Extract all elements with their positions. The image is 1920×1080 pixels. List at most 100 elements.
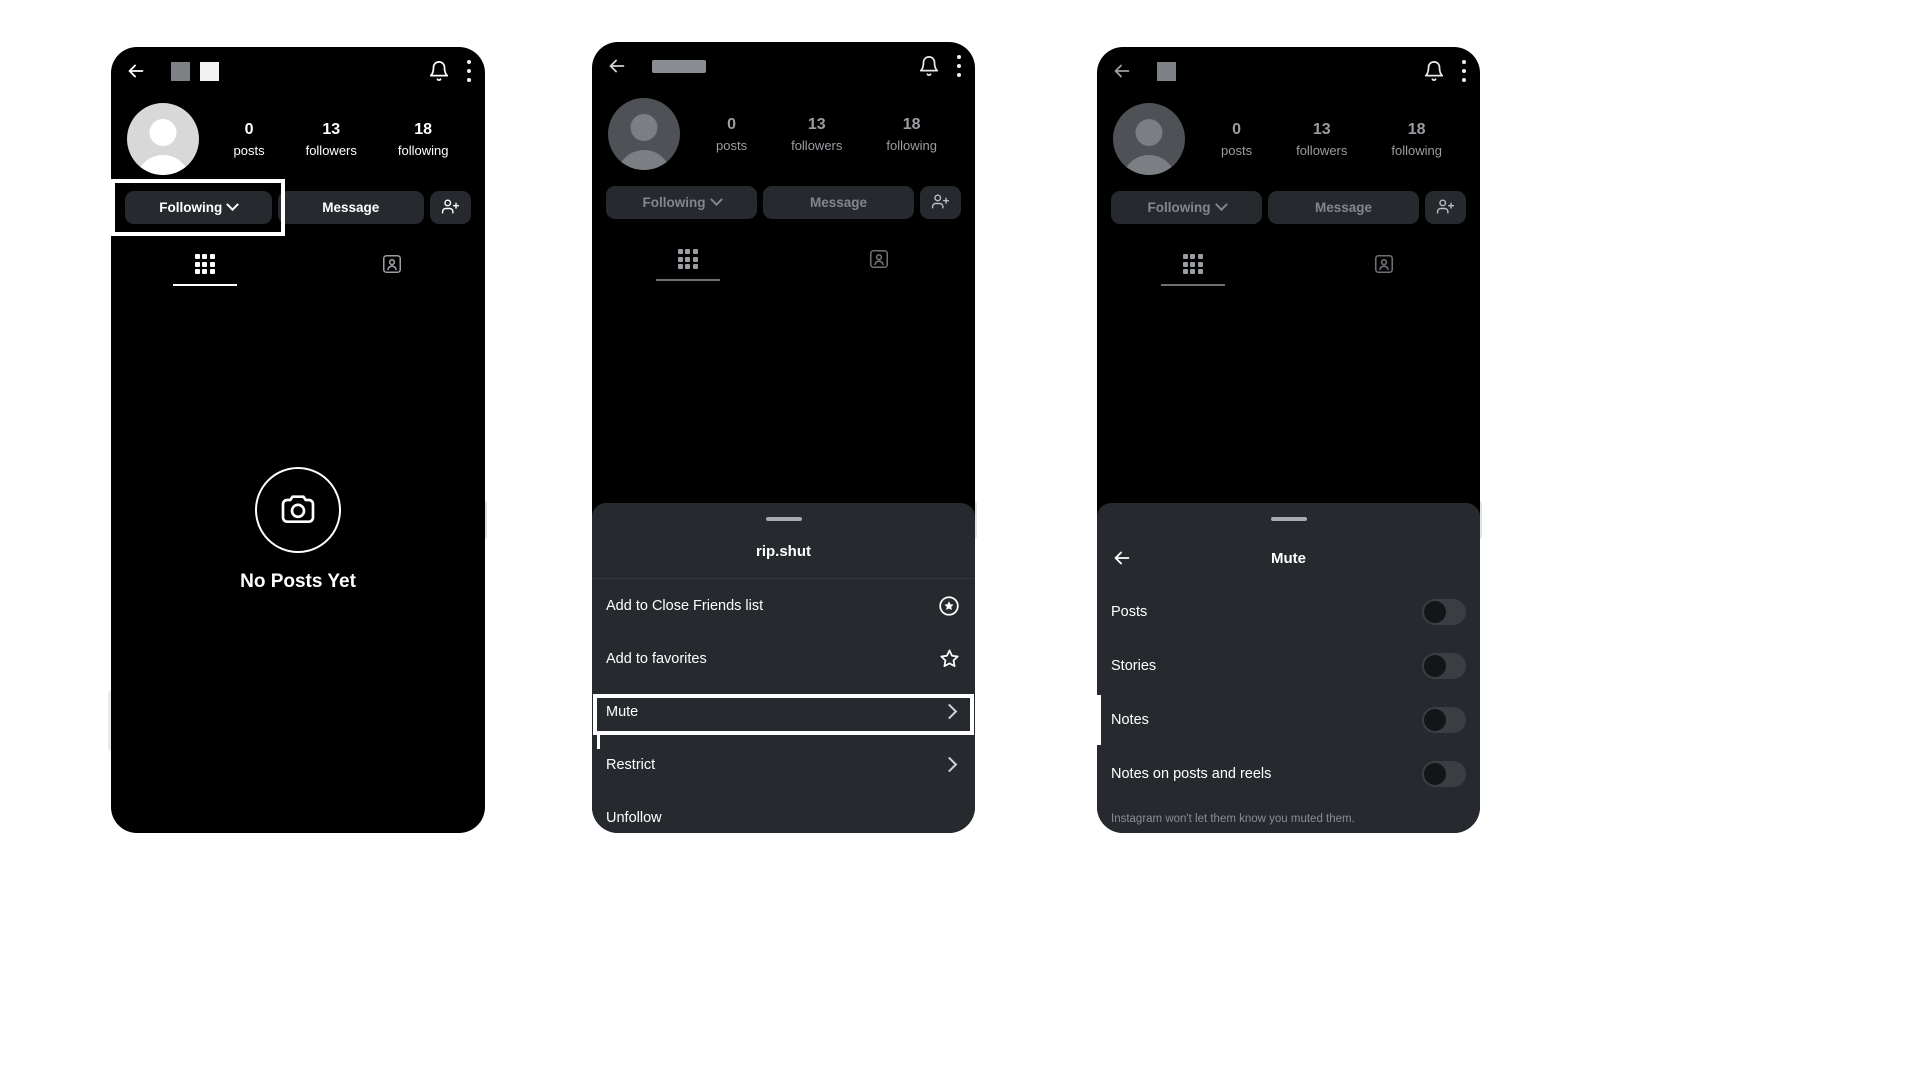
back-arrow-icon[interactable] <box>125 60 147 82</box>
stat-following-label: following <box>397 142 449 158</box>
top-bar <box>592 42 975 90</box>
mute-row-label: Notes <box>1111 712 1149 728</box>
mute-row-notes-posts-reels[interactable]: Notes on posts and reels <box>1097 747 1480 801</box>
overflow-menu-icon[interactable] <box>466 60 471 82</box>
profile-stats: 0 posts 13 followers 18 following <box>1185 119 1464 160</box>
menu-item-mute[interactable]: Mute <box>592 685 975 738</box>
tab-grid[interactable] <box>1097 242 1289 286</box>
tab-tagged[interactable] <box>1289 242 1481 286</box>
camera-icon <box>255 467 341 553</box>
sheet-grabber[interactable] <box>1270 517 1307 521</box>
add-user-icon <box>441 197 460 219</box>
tab-tagged[interactable] <box>784 237 976 281</box>
tab-tagged[interactable] <box>298 242 485 286</box>
mute-bottom-sheet: Mute Posts Stories Notes Notes on posts … <box>1097 503 1480 833</box>
mute-row-notes[interactable]: Notes <box>1097 693 1480 747</box>
stat-following-count: 18 <box>902 115 921 133</box>
stat-following-label: following <box>1391 142 1442 158</box>
tab-active-underline <box>1160 284 1225 286</box>
tab-active-underline <box>655 279 720 281</box>
mute-row-label: Posts <box>1111 604 1148 620</box>
menu-item-label: Add to favorites <box>606 650 707 667</box>
message-button[interactable]: Message <box>1268 191 1419 224</box>
chevron-down-icon <box>709 193 723 207</box>
redaction-block-gray <box>1157 61 1176 81</box>
sheet-grabber[interactable] <box>765 517 802 521</box>
profile-tabbar <box>592 237 975 281</box>
avatar[interactable] <box>608 98 680 170</box>
stat-posts[interactable]: 0 posts <box>716 114 747 155</box>
profile-header: 0 posts 13 followers 18 following <box>1097 95 1480 179</box>
notifications-bell-icon[interactable] <box>918 55 940 77</box>
stat-following[interactable]: 18 following <box>398 119 449 160</box>
tab-grid[interactable] <box>592 237 784 281</box>
add-user-icon <box>1436 197 1455 219</box>
following-button[interactable]: Following <box>606 186 757 219</box>
notifications-bell-icon[interactable] <box>428 60 450 82</box>
following-button-label: Following <box>1147 200 1211 215</box>
following-button[interactable]: Following <box>125 191 272 224</box>
overflow-menu-icon[interactable] <box>1461 60 1466 82</box>
chevron-down-icon <box>1214 198 1228 212</box>
add-user-button[interactable] <box>920 186 961 219</box>
stat-following-count: 18 <box>414 120 433 138</box>
profile-action-buttons: Following Message <box>111 179 485 228</box>
toggle-notes[interactable] <box>1422 707 1466 733</box>
stat-followers[interactable]: 13 followers <box>791 114 842 155</box>
add-user-button[interactable] <box>1425 191 1466 224</box>
menu-item-restrict[interactable]: Restrict <box>592 738 975 791</box>
stat-followers-count: 13 <box>322 120 341 138</box>
notifications-bell-icon[interactable] <box>1423 60 1445 82</box>
profile-tabbar <box>111 242 485 286</box>
toggle-posts[interactable] <box>1422 599 1466 625</box>
message-button[interactable]: Message <box>763 186 914 219</box>
stat-posts[interactable]: 0 posts <box>234 119 265 160</box>
profile-stats: 0 posts 13 followers 18 following <box>680 114 959 155</box>
options-bottom-sheet: rip.shut Add to Close Friends list Add t… <box>592 503 975 833</box>
tagged-icon <box>381 253 403 275</box>
message-button-label: Message <box>1314 200 1373 215</box>
tab-grid[interactable] <box>111 242 298 286</box>
redaction-block-gray <box>171 61 190 81</box>
stat-following-count: 18 <box>1407 120 1426 138</box>
back-arrow-icon[interactable] <box>1111 60 1133 82</box>
stat-following[interactable]: 18 following <box>886 114 937 155</box>
stat-following[interactable]: 18 following <box>1391 119 1442 160</box>
phone-screen-mute-panel: 0 posts 13 followers 18 following Follow… <box>1097 47 1480 833</box>
redacted-username <box>171 61 219 81</box>
menu-item-add-close-friends[interactable]: Add to Close Friends list <box>592 579 975 632</box>
back-arrow-icon[interactable] <box>606 55 628 77</box>
grid-icon <box>1182 254 1203 274</box>
top-bar <box>111 47 485 95</box>
mute-row-label: Stories <box>1111 658 1157 674</box>
stat-posts[interactable]: 0 posts <box>1221 119 1252 160</box>
menu-item-unfollow[interactable]: Unfollow <box>592 791 975 833</box>
redaction-block-bar <box>652 59 706 73</box>
toggle-notes-posts-reels[interactable] <box>1422 761 1466 787</box>
mute-footer-note: Instagram won't let them know you muted … <box>1111 813 1355 825</box>
overflow-menu-icon[interactable] <box>956 55 961 77</box>
sheet-title: rip.shut <box>756 543 811 560</box>
grid-icon <box>194 254 215 274</box>
top-bar <box>1097 47 1480 95</box>
stat-followers[interactable]: 13 followers <box>306 119 357 160</box>
profile-header: 0 posts 13 followers 18 following <box>592 90 975 174</box>
phone-screen-options-sheet: 0 posts 13 followers 18 following Follow… <box>592 42 975 833</box>
message-button[interactable]: Message <box>277 191 424 224</box>
mute-panel-title: Mute <box>1271 549 1306 567</box>
redaction-block-white <box>200 61 219 81</box>
mute-row-stories[interactable]: Stories <box>1097 639 1480 693</box>
tab-active-underline <box>172 284 237 286</box>
stat-followers[interactable]: 13 followers <box>1296 119 1347 160</box>
menu-item-add-favorites[interactable]: Add to favorites <box>592 632 975 685</box>
avatar[interactable] <box>127 103 199 175</box>
menu-item-label: Restrict <box>606 756 656 773</box>
redacted-username <box>652 59 706 73</box>
favorite-star-icon <box>937 647 961 671</box>
following-button[interactable]: Following <box>1111 191 1262 224</box>
toggle-stories[interactable] <box>1422 653 1466 679</box>
add-user-button[interactable] <box>430 191 471 224</box>
menu-item-label: Mute <box>606 703 639 720</box>
mute-row-posts[interactable]: Posts <box>1097 585 1480 639</box>
avatar[interactable] <box>1113 103 1185 175</box>
